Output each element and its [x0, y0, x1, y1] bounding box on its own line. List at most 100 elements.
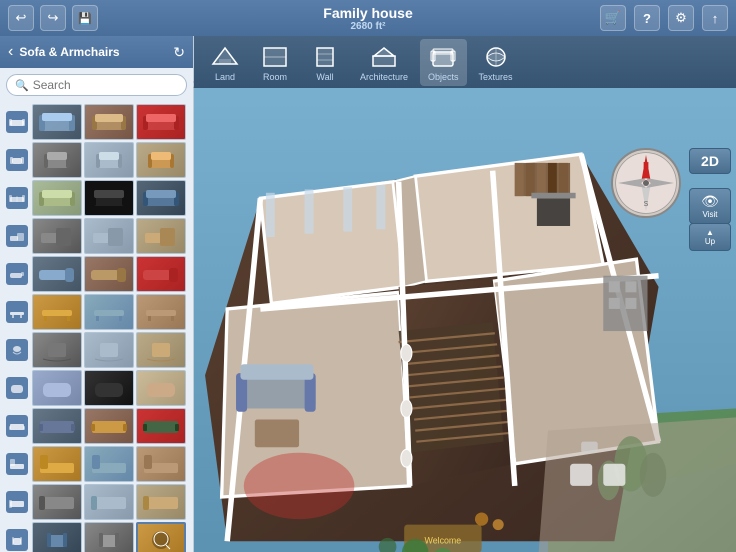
- furniture-thumb[interactable]: [32, 294, 82, 330]
- cart-button[interactable]: 🛒: [600, 5, 626, 31]
- furniture-thumb[interactable]: [84, 446, 134, 482]
- svg-text:N: N: [643, 161, 649, 170]
- furniture-thumb[interactable]: [136, 484, 186, 520]
- tool-wall[interactable]: Wall: [302, 39, 348, 86]
- svg-text:S: S: [644, 201, 649, 208]
- furniture-thumb[interactable]: [32, 142, 82, 178]
- furniture-thumb[interactable]: [136, 522, 186, 552]
- furniture-thumb[interactable]: [84, 408, 134, 444]
- furniture-thumb[interactable]: [136, 332, 186, 368]
- furniture-thumb[interactable]: [84, 522, 134, 552]
- top-bar-left: ↩ ↪ 💾: [8, 5, 98, 31]
- category-icon-rocking: [2, 332, 32, 368]
- furniture-thumb[interactable]: [136, 142, 186, 178]
- design-toolbar: Land Room: [194, 36, 736, 88]
- list-item: [2, 104, 191, 140]
- furniture-thumb[interactable]: [84, 218, 134, 254]
- furniture-thumb[interactable]: [32, 370, 82, 406]
- furniture-thumb[interactable]: [136, 104, 186, 140]
- category-icon-couch: [2, 408, 32, 444]
- furniture-thumb[interactable]: [32, 256, 82, 292]
- list-item: [2, 256, 191, 292]
- category-icon-loveseat: [2, 180, 32, 216]
- wall-icon: [310, 43, 340, 71]
- help-button[interactable]: ?: [634, 5, 660, 31]
- search-input[interactable]: [33, 78, 188, 92]
- tool-land[interactable]: Land: [202, 39, 248, 86]
- land-icon: [210, 43, 240, 71]
- view-visit-button[interactable]: 👁 Visit: [689, 188, 731, 224]
- svg-text:Welcome: Welcome: [425, 535, 462, 545]
- furniture-thumb[interactable]: [136, 218, 186, 254]
- sidebar-nav: ‹ Sofa & Armchairs ↻: [0, 36, 193, 68]
- app-subtitle: 2680 ft²: [323, 21, 412, 32]
- list-item: [2, 370, 191, 406]
- objects-icon: [428, 43, 458, 71]
- list-item: [2, 408, 191, 444]
- furniture-thumb[interactable]: [32, 446, 82, 482]
- search-bar: 🔍 ✕: [6, 74, 187, 96]
- furniture-thumb[interactable]: [84, 104, 134, 140]
- furniture-thumb[interactable]: [136, 256, 186, 292]
- furniture-thumb[interactable]: [32, 522, 82, 552]
- compass-rose: N S: [611, 148, 681, 218]
- wall-label: Wall: [316, 72, 333, 82]
- furniture-thumb[interactable]: [32, 484, 82, 520]
- furniture-thumb[interactable]: [84, 332, 134, 368]
- furniture-thumb[interactable]: [136, 294, 186, 330]
- furniture-thumb[interactable]: [136, 180, 186, 216]
- list-item: [2, 522, 191, 552]
- main-layout: ‹ Sofa & Armchairs ↻ 🔍 ✕: [0, 36, 736, 552]
- settings-button[interactable]: ⚙: [668, 5, 694, 31]
- view-2d-button[interactable]: 2D: [689, 148, 731, 174]
- furniture-thumb[interactable]: [84, 142, 134, 178]
- top-bar: ↩ ↪ 💾 Family house 2680 ft² 🛒 ? ⚙ ↑: [0, 0, 736, 36]
- category-icon-daybed: [2, 484, 32, 520]
- redo-button[interactable]: ↪: [40, 5, 66, 31]
- furniture-thumb[interactable]: [32, 104, 82, 140]
- tool-textures[interactable]: Textures: [471, 39, 521, 86]
- list-item: [2, 484, 191, 520]
- furniture-thumb[interactable]: [84, 256, 134, 292]
- undo-button[interactable]: ↩: [8, 5, 34, 31]
- category-icon-armchair: [2, 142, 32, 178]
- furniture-thumb[interactable]: [84, 180, 134, 216]
- furniture-thumb[interactable]: [136, 370, 186, 406]
- search-icon: 🔍: [15, 79, 29, 92]
- save-button[interactable]: 💾: [72, 5, 98, 31]
- floor-plan-view[interactable]: Welcome: [194, 88, 736, 552]
- objects-label: Objects: [428, 72, 459, 82]
- list-item: [2, 218, 191, 254]
- furniture-thumb[interactable]: [136, 408, 186, 444]
- back-button[interactable]: ‹: [8, 43, 13, 61]
- furniture-thumb[interactable]: [32, 180, 82, 216]
- textures-icon: [481, 43, 511, 71]
- architecture-icon: [369, 43, 399, 71]
- app-title: Family house: [323, 5, 412, 21]
- refresh-button[interactable]: ↻: [173, 44, 185, 61]
- canvas-area[interactable]: Land Room: [194, 36, 736, 552]
- furniture-thumb[interactable]: [84, 370, 134, 406]
- share-button[interactable]: ↑: [702, 5, 728, 31]
- furniture-thumb[interactable]: [84, 484, 134, 520]
- tool-architecture[interactable]: Architecture: [352, 39, 416, 86]
- app-title-block: Family house 2680 ft²: [323, 5, 412, 32]
- category-icon-sofa: [2, 104, 32, 140]
- furniture-thumb[interactable]: [32, 408, 82, 444]
- furniture-thumb[interactable]: [32, 332, 82, 368]
- category-icon-futon: [2, 446, 32, 482]
- sidebar-title: Sofa & Armchairs: [19, 45, 167, 59]
- furniture-thumb[interactable]: [136, 446, 186, 482]
- category-icon-sectional: [2, 218, 32, 254]
- list-item: [2, 294, 191, 330]
- left-sidebar: ‹ Sofa & Armchairs ↻ 🔍 ✕: [0, 36, 194, 552]
- category-icon-ottoman: [2, 370, 32, 406]
- tool-room[interactable]: Room: [252, 39, 298, 86]
- furniture-thumb[interactable]: [32, 218, 82, 254]
- furniture-thumb[interactable]: [84, 294, 134, 330]
- tool-objects[interactable]: Objects: [420, 39, 467, 86]
- view-up-button[interactable]: ▲ Up: [689, 223, 731, 251]
- textures-label: Textures: [479, 72, 513, 82]
- list-item: [2, 180, 191, 216]
- architecture-label: Architecture: [360, 72, 408, 82]
